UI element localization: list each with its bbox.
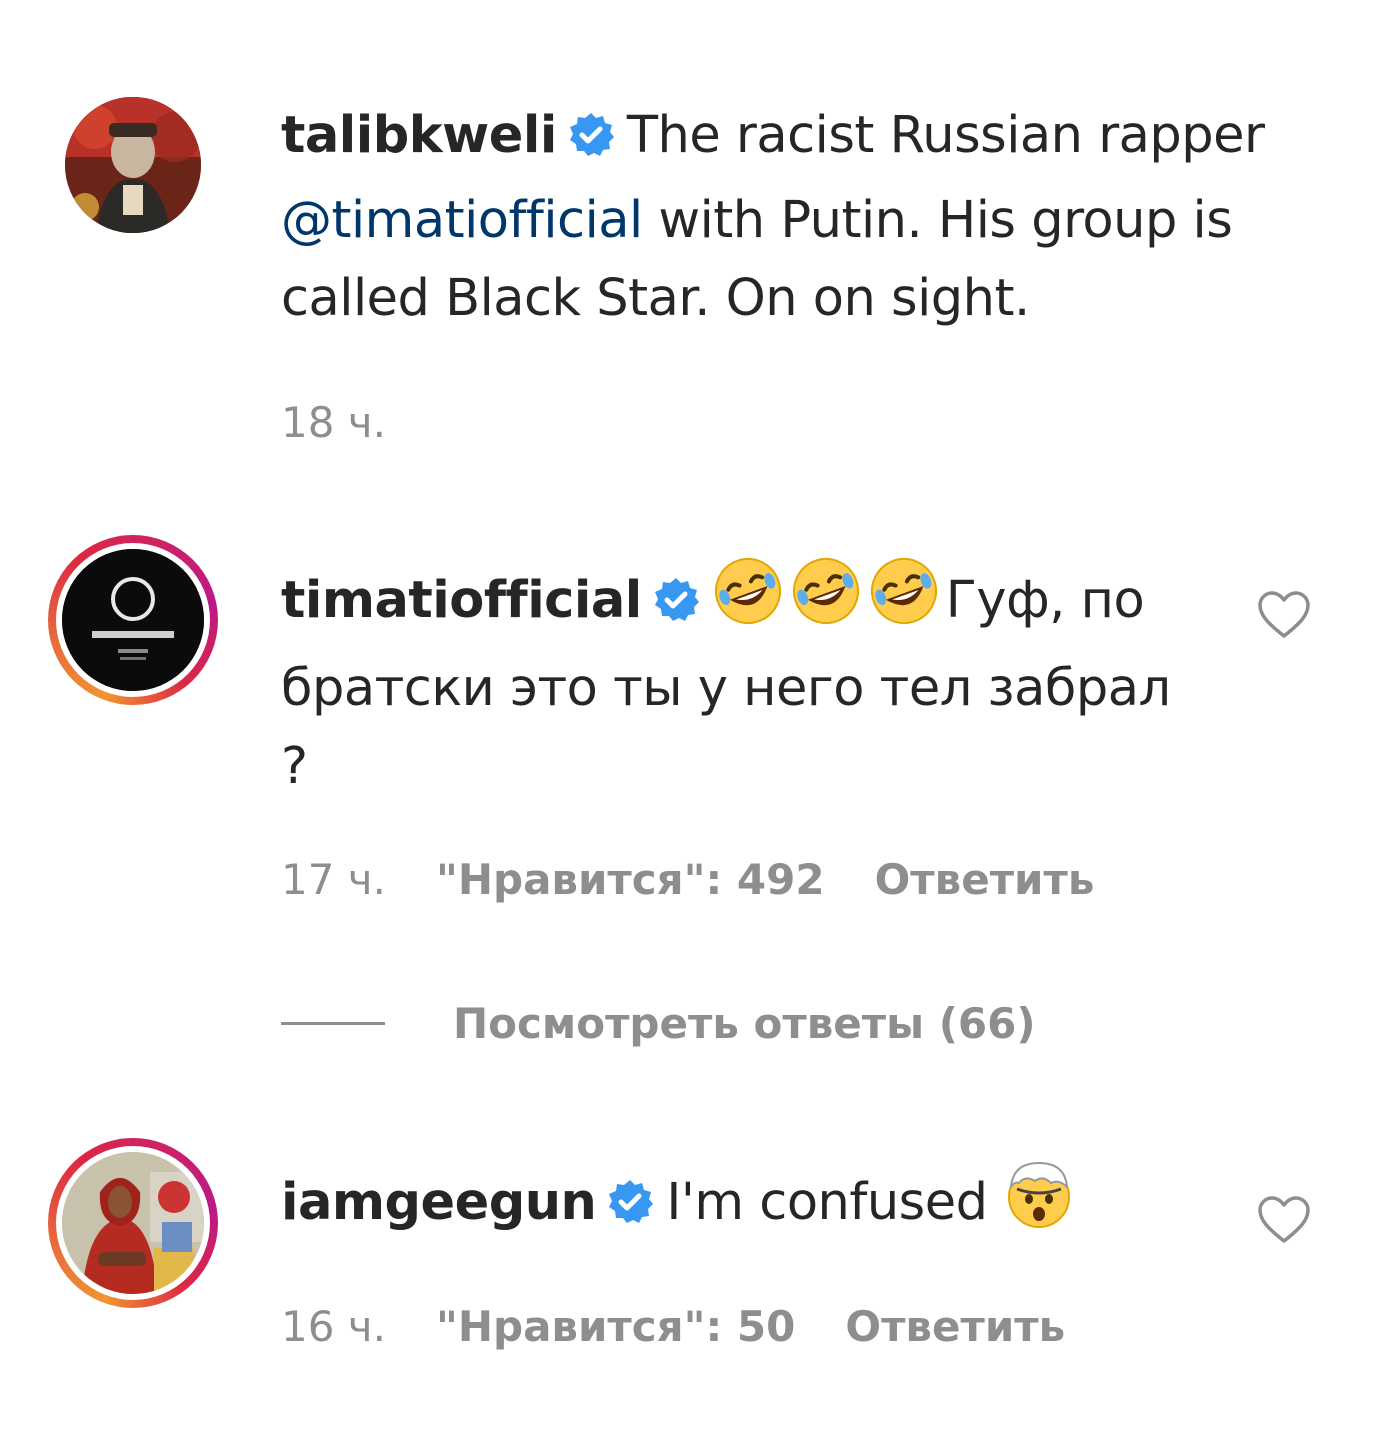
like-heart-icon[interactable] <box>1256 1195 1312 1245</box>
verified-badge-icon <box>606 1171 654 1249</box>
avatar-timatiofficial[interactable] <box>48 535 218 705</box>
comment-text-part: The racist Russian rapper <box>626 106 1265 165</box>
avatar-talibkweli[interactable] <box>65 97 201 233</box>
reply-button[interactable]: Ответить <box>875 855 1095 904</box>
comment-time[interactable]: 18 ч. <box>281 398 386 447</box>
comment-body: iamgeegun I'm confused <box>281 1157 1221 1252</box>
avatar-image <box>62 1152 204 1294</box>
exploding-head-emoji-icon <box>1003 1157 1075 1252</box>
comment-text-part: I'm confused <box>666 1173 988 1232</box>
like-heart-icon[interactable] <box>1256 590 1312 640</box>
comment-text-part: ? <box>281 737 308 796</box>
mention-link[interactable]: @timatiofficial <box>281 191 643 250</box>
comment-meta: 17 ч. "Нравится": 492 Ответить <box>281 855 1094 905</box>
comment-text-part: Гуф, по <box>945 571 1145 630</box>
verified-badge-icon <box>567 104 615 182</box>
rofl-emoji-icon <box>868 555 940 650</box>
likes-count[interactable]: "Нравится": 492 <box>436 855 825 904</box>
avatar-image <box>62 549 204 691</box>
comment-body: talibkweli The racist Russian rapper @tim… <box>281 97 1341 338</box>
comment-meta: 16 ч. "Нравится": 50 Ответить <box>281 1302 1065 1352</box>
rofl-emoji-icon <box>712 555 784 650</box>
comment-time[interactable]: 17 ч. <box>281 855 386 904</box>
view-replies-label: Посмотреть ответы (66) <box>453 998 1036 1048</box>
likes-count[interactable]: "Нравится": 50 <box>436 1302 795 1351</box>
verified-badge-icon <box>652 569 700 647</box>
username-link[interactable]: talibkweli <box>281 106 557 165</box>
avatar-iamgeegun[interactable] <box>48 1138 218 1308</box>
comment-meta: 18 ч. <box>281 398 386 448</box>
comment-body: timatiofficial Гуф, по братски это ты у н… <box>281 555 1221 806</box>
username-link[interactable]: timatiofficial <box>281 571 642 630</box>
view-replies-button[interactable]: Посмотреть ответы (66) <box>281 996 1036 1050</box>
divider-line <box>281 1021 385 1025</box>
avatar-image <box>65 97 201 233</box>
comment-text-part: братски это ты у него тел забрал <box>281 659 1171 718</box>
username-link[interactable]: iamgeegun <box>281 1173 597 1232</box>
reply-button[interactable]: Ответить <box>845 1302 1065 1351</box>
rofl-emoji-icon <box>790 555 862 650</box>
comment-time[interactable]: 16 ч. <box>281 1302 386 1351</box>
